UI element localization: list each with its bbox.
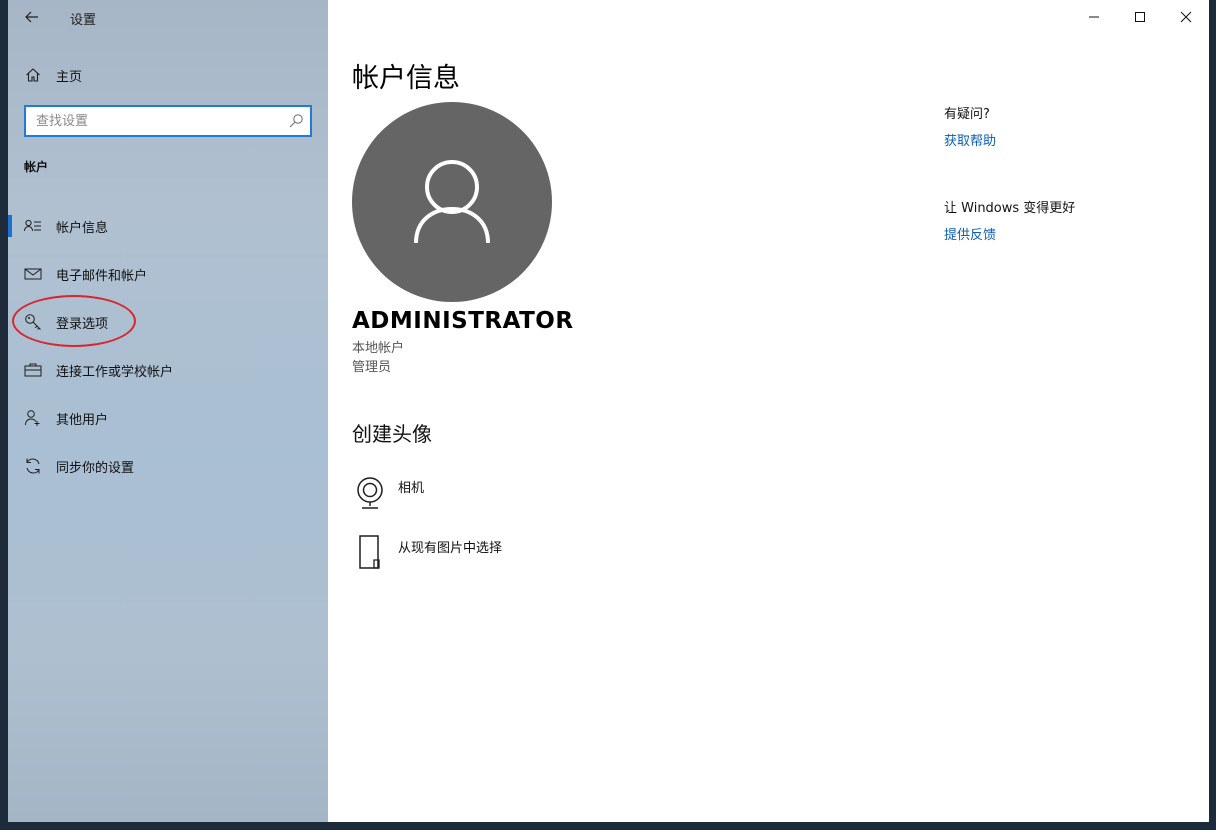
- person-add-icon: [24, 409, 42, 427]
- briefcase-icon: [24, 361, 42, 379]
- browse-picture-option[interactable]: 从现有图片中选择: [352, 533, 502, 573]
- home-label: 主页: [56, 69, 83, 85]
- sync-icon: [24, 457, 42, 475]
- camera-icon: [352, 473, 388, 513]
- app-title: 设置: [70, 13, 97, 28]
- create-avatar-heading: 创建头像: [352, 422, 432, 446]
- settings-window: 设置 主页 帐户: [8, 0, 1209, 822]
- browse-picture-label: 从现有图片中选择: [398, 541, 503, 556]
- account-type: 本地帐户: [352, 341, 405, 356]
- sidebar: 设置 主页 帐户: [8, 0, 328, 822]
- search-box: [24, 105, 312, 137]
- back-button[interactable]: [21, 6, 43, 28]
- maximize-icon: [1135, 12, 1145, 22]
- sidebar-item-label: 其他用户: [56, 412, 109, 428]
- minimize-icon: [1089, 16, 1099, 18]
- mail-icon: [24, 265, 42, 283]
- sidebar-item-other-users[interactable]: 其他用户: [8, 398, 328, 438]
- close-icon: [1180, 11, 1192, 23]
- sidebar-item-label: 同步你的设置: [56, 460, 135, 476]
- account-role: 管理员: [352, 360, 392, 375]
- close-button[interactable]: [1163, 0, 1209, 34]
- user-name: ADMINISTRATOR: [352, 308, 574, 334]
- sidebar-item-sync-settings[interactable]: 同步你的设置: [8, 446, 328, 486]
- feedback-heading: 让 Windows 变得更好: [944, 201, 1076, 216]
- person-list-icon: [24, 217, 42, 235]
- back-arrow-icon: [25, 11, 38, 23]
- home-nav-item[interactable]: 主页: [24, 64, 82, 86]
- sidebar-item-email-accounts[interactable]: 电子邮件和帐户: [8, 254, 328, 294]
- search-icon[interactable]: [288, 113, 304, 129]
- sidebar-item-label: 帐户信息: [56, 220, 109, 236]
- sidebar-item-work-school[interactable]: 连接工作或学校帐户: [8, 350, 328, 390]
- get-help-link[interactable]: 获取帮助: [944, 130, 996, 149]
- maximize-button[interactable]: [1117, 0, 1163, 34]
- sidebar-item-label: 电子邮件和帐户: [56, 268, 148, 284]
- sidebar-item-account-info[interactable]: 帐户信息: [8, 206, 328, 246]
- minimize-button[interactable]: [1071, 0, 1117, 34]
- camera-label: 相机: [398, 481, 425, 496]
- give-feedback-link[interactable]: 提供反馈: [944, 224, 996, 243]
- window-controls: [1071, 0, 1209, 34]
- section-label: 帐户: [24, 160, 49, 174]
- page-title: 帐户信息: [352, 63, 460, 94]
- main-content: 帐户信息 ADMINISTRATOR 本地帐户 管理员 创建头像 相机 从现有图…: [328, 0, 1209, 822]
- search-input[interactable]: [26, 107, 276, 135]
- user-avatar: [352, 102, 552, 302]
- home-icon: [24, 66, 42, 84]
- annotation-highlight-circle: [12, 295, 136, 347]
- sidebar-item-label: 连接工作或学校帐户: [56, 364, 174, 380]
- camera-option[interactable]: 相机: [352, 473, 424, 513]
- user-silhouette-icon: [414, 160, 490, 244]
- browse-file-icon: [352, 533, 388, 573]
- help-heading: 有疑问?: [944, 107, 990, 122]
